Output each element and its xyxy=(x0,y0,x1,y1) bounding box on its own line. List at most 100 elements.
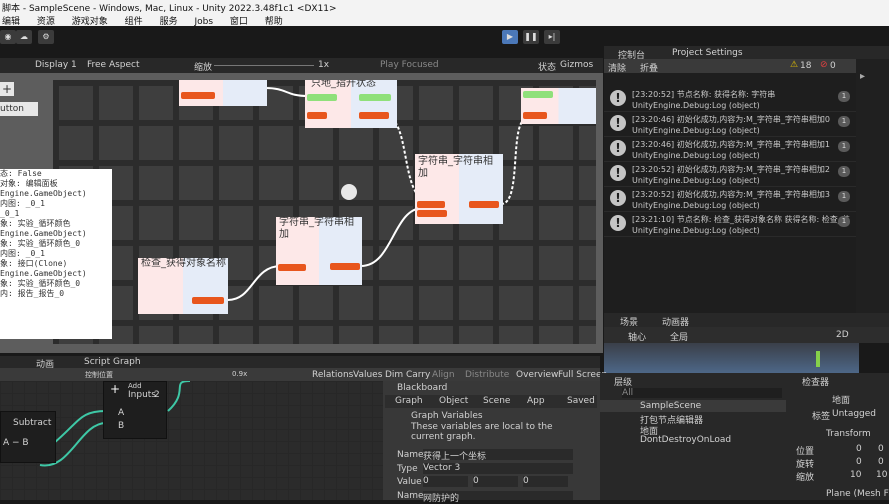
console-log-list[interactable]: ! [23:20:52] 节点名称: 获得名称: 字符串 UnityEngine.… xyxy=(604,73,856,313)
node-title: 检查_获得对象名称 xyxy=(141,258,226,269)
info-line: 内图: _0_1 xyxy=(0,199,45,208)
value-label: Value xyxy=(397,477,422,487)
tab-app[interactable]: App xyxy=(527,396,545,406)
graph-node-concat-2[interactable]: 字符串_字符串相加 xyxy=(276,217,362,285)
display-dropdown[interactable]: Display 1 xyxy=(35,60,77,70)
mode-2d-button[interactable]: 2D xyxy=(836,330,849,340)
gizmos-button[interactable]: Gizmos xyxy=(560,60,593,70)
tab-graph[interactable]: Graph xyxy=(395,396,423,406)
align-dropdown[interactable]: Align xyxy=(432,370,455,380)
output-pin[interactable] xyxy=(523,112,547,119)
variable-name-input-2[interactable]: 网防护的 xyxy=(423,491,573,504)
variable-name-input[interactable]: 获得上一个坐标 xyxy=(423,449,573,462)
log-entry[interactable]: ! [23:20:46] 初始化成功,内容为:M_字符串_字符串相加1 Unity… xyxy=(604,137,856,162)
output-pin[interactable] xyxy=(417,210,447,217)
step-button[interactable]: ▸| xyxy=(544,30,560,44)
cloud-icon[interactable]: ☁ xyxy=(16,30,32,44)
graph-node-check[interactable]: 检查_获得对象名称 xyxy=(138,258,228,314)
scale-y[interactable]: 10 xyxy=(876,470,887,480)
subtract-node[interactable]: Subtract A − B xyxy=(0,411,56,463)
blackboard-tabs: Graph Object Scene App Saved xyxy=(385,395,597,408)
blackboard-panel: Blackboard Graph Object Scene App Saved … xyxy=(383,381,600,504)
hierarchy-search[interactable]: All xyxy=(622,388,782,398)
hierarchy-item[interactable]: DontDestroyOnLoad xyxy=(640,435,731,445)
error-icon[interactable]: ⊘ xyxy=(820,60,828,70)
tab-object[interactable]: Object xyxy=(439,396,468,406)
tab-scene[interactable]: Scene xyxy=(483,396,510,406)
plane-component[interactable]: Plane (Mesh Fi xyxy=(826,489,889,499)
tab-saved[interactable]: Saved xyxy=(567,396,595,406)
add-button[interactable]: + xyxy=(0,82,14,96)
play-button[interactable]: ▶ xyxy=(502,30,518,44)
tag-dropdown[interactable]: Untagged xyxy=(832,409,876,419)
rotation-label: 旋转 xyxy=(796,460,815,470)
aspect-dropdown[interactable]: Free Aspect xyxy=(87,60,140,70)
pivot-dropdown[interactable]: 轴心 xyxy=(628,330,646,343)
graph-node-state[interactable]: 只地_指开状态 xyxy=(305,80,397,128)
tab-script-graph[interactable]: Script Graph xyxy=(84,357,141,367)
output-pin[interactable] xyxy=(307,112,327,119)
debug-info-panel: 态: False 对象: 编辑面板 Engine.GameObject) 内图:… xyxy=(0,169,112,339)
scene-item[interactable]: SampleScene xyxy=(600,400,786,412)
warning-icon[interactable]: ⚠ xyxy=(790,60,798,70)
settings-icon[interactable]: ⚙ xyxy=(38,30,54,44)
value-z-input[interactable]: 0 xyxy=(523,476,568,487)
relations-toggle[interactable]: Relations xyxy=(312,370,353,380)
graph-node-top-left[interactable] xyxy=(179,80,267,106)
pin-b[interactable]: B xyxy=(118,421,124,431)
global-dropdown[interactable]: 全局 xyxy=(670,330,688,343)
input-pin[interactable] xyxy=(523,91,553,98)
account-icon[interactable]: ◉ xyxy=(0,30,16,44)
info-line: 象: 实验_循环颜色 xyxy=(0,219,71,228)
input-pin[interactable] xyxy=(359,94,391,101)
values-toggle[interactable]: Values xyxy=(353,370,382,380)
value-x-input[interactable]: 0 xyxy=(423,476,468,487)
dim-toggle[interactable]: Dim xyxy=(385,370,403,380)
log-entry[interactable]: ! [23:20:52] 初始化成功,内容为:M_字符串_字符串相加2 Unity… xyxy=(604,162,856,187)
scene-view[interactable] xyxy=(604,343,859,373)
pause-button[interactable]: ❚❚ xyxy=(523,30,539,44)
tab-project-settings[interactable]: Project Settings xyxy=(672,48,743,58)
pin-a[interactable]: A xyxy=(118,408,124,418)
rotation-y[interactable]: 0 xyxy=(878,457,884,467)
add-node[interactable]: + Add Inputs 2 A B xyxy=(103,381,167,439)
output-pin[interactable] xyxy=(359,112,389,119)
position-x[interactable]: 0 xyxy=(856,444,862,454)
scale-x[interactable]: 10 xyxy=(850,470,861,480)
log-entry[interactable]: ! [23:21:10] 节点名称: 检查_获得对象名称 获得名称: 检查_获 U… xyxy=(604,212,856,237)
object-name[interactable]: 地面 xyxy=(832,393,850,406)
inputs-value[interactable]: 2 xyxy=(154,390,160,400)
play-focused-dropdown[interactable]: Play Focused xyxy=(380,60,439,70)
graph-node-concat-1[interactable]: 字符串_字符串相加 xyxy=(415,154,503,224)
value-y-input[interactable]: 0 xyxy=(473,476,518,487)
scale-slider[interactable] xyxy=(214,65,314,66)
info-line: 态: False xyxy=(0,169,42,178)
node-title: 只地_指开状态 xyxy=(311,80,376,89)
input-pin[interactable] xyxy=(307,94,337,101)
log-entry[interactable]: ! [23:20:46] 初始化成功,内容为:M_字符串_字符串相加0 Unity… xyxy=(604,112,856,137)
node-graph-canvas[interactable]: 只地_指开状态 字符串_字符串相加 字符串_字符串相加 检查_获得对象名称 xyxy=(53,80,596,344)
warning-count: 18 xyxy=(800,61,812,71)
output-pin[interactable] xyxy=(417,201,445,208)
log-entry[interactable]: ! [23:20:52] 节点名称: 获得名称: 字符串 UnityEngine.… xyxy=(604,87,856,112)
rotation-x[interactable]: 0 xyxy=(856,457,862,467)
info-line: 象: 实验_循环颜色_0 xyxy=(0,279,81,288)
distribute-dropdown[interactable]: Distribute xyxy=(465,370,509,380)
log-entry[interactable]: ! [23:20:52] 初始化成功,内容为:M_字符串_字符串相加3 Unity… xyxy=(604,187,856,212)
overview-button[interactable]: Overview xyxy=(516,370,558,380)
output-pin[interactable] xyxy=(469,201,499,208)
variable-type-dropdown[interactable]: Vector 3 xyxy=(423,463,573,474)
output-pin[interactable] xyxy=(330,263,360,270)
gizmo-y-axis xyxy=(816,351,820,367)
output-pin[interactable] xyxy=(181,92,215,99)
position-y[interactable]: 0 xyxy=(878,444,884,454)
transform-header[interactable]: Transform xyxy=(826,429,871,439)
graph-node-right[interactable] xyxy=(521,88,596,124)
stats-button[interactable]: 状态 xyxy=(538,60,556,73)
output-pin[interactable] xyxy=(192,297,224,304)
output-pin[interactable] xyxy=(278,264,306,271)
carry-toggle[interactable]: Carry xyxy=(406,370,430,380)
scale-value: 1x xyxy=(318,60,330,70)
project-panel-strip[interactable]: ▸ xyxy=(856,59,889,313)
side-button[interactable]: utton xyxy=(0,102,38,116)
